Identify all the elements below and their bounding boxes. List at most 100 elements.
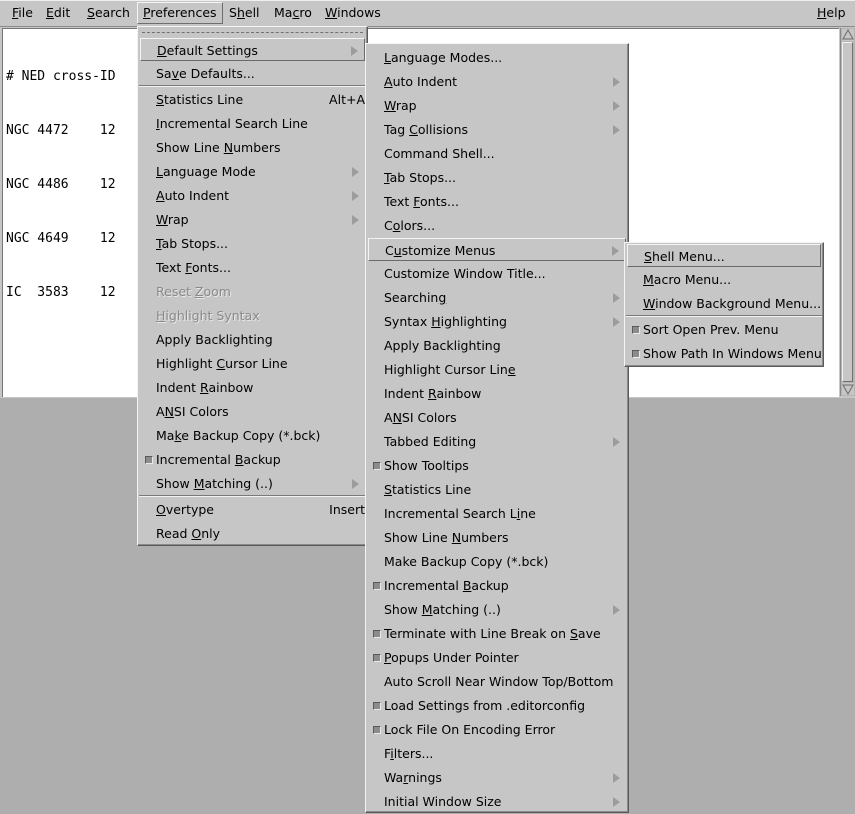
menu-item-searching[interactable]: Searching: [368, 286, 626, 309]
menu-item-colors[interactable]: Colors...: [368, 214, 626, 237]
menu-item-label: Statistics Line: [156, 92, 244, 107]
menu-item-text-fonts[interactable]: Text Fonts...: [368, 190, 626, 213]
menu-item-wrap[interactable]: Wrap: [140, 208, 365, 231]
menu-item-command-shell[interactable]: Command Shell...: [368, 142, 626, 165]
menu-item-macro-menu[interactable]: Macro Menu...: [627, 268, 821, 291]
menu-item-language-mode[interactable]: Language Mode: [140, 160, 365, 183]
scroll-up-arrow-icon[interactable]: [842, 29, 854, 41]
menu-item-tab-stops[interactable]: Tab Stops...: [368, 166, 626, 189]
menu-item-label: Incremental Backup: [156, 452, 281, 467]
menu-item-window-background-menu[interactable]: Window Background Menu...: [627, 292, 821, 315]
menu-edit[interactable]: Edit: [41, 3, 75, 23]
vertical-scrollbar[interactable]: [840, 28, 855, 396]
menu-item-statistics-line[interactable]: Statistics Line Alt+A: [140, 88, 365, 111]
menu-item-show-matching[interactable]: Show Matching (..): [368, 598, 626, 621]
menu-item-show-path-in-windows-menu[interactable]: Show Path In Windows Menu: [627, 342, 822, 365]
menu-help[interactable]: Help: [812, 3, 851, 23]
submenu-arrow-icon: [613, 317, 620, 327]
menu-item-indent-rainbow[interactable]: Indent Rainbow: [368, 382, 626, 405]
menu-item-terminate-with-line-break-on-save[interactable]: Terminate with Line Break on Save: [368, 622, 626, 645]
menu-item-incremental-search-line[interactable]: Incremental Search Line: [368, 502, 626, 525]
menu-item-overtype[interactable]: Overtype Insert: [140, 498, 365, 521]
menu-item-label: Sort Open Prev. Menu: [643, 322, 779, 337]
menu-item-apply-backlighting[interactable]: Apply Backlighting: [368, 334, 626, 357]
menu-macro[interactable]: Macro: [269, 3, 317, 23]
menu-item-label: Tabbed Editing: [384, 434, 477, 449]
menu-item-label: Apply Backlighting: [384, 338, 501, 353]
menu-item-filters[interactable]: Filters...: [368, 742, 626, 765]
menu-search[interactable]: Search: [82, 3, 135, 23]
menu-item-label: ANSI Colors: [156, 404, 229, 419]
menu-item-show-line-numbers[interactable]: Show Line Numbers: [140, 136, 365, 159]
menu-file[interactable]: File: [7, 3, 38, 23]
menu-separator: [139, 495, 366, 497]
menu-item-warnings[interactable]: Warnings: [368, 766, 626, 789]
submenu-arrow-icon: [613, 773, 620, 783]
menu-item-tabbed-editing[interactable]: Tabbed Editing: [368, 430, 626, 453]
menu-item-language-modes[interactable]: Language Modes...: [368, 46, 626, 69]
menu-item-show-tooltips[interactable]: Show Tooltips: [368, 454, 626, 477]
submenu-arrow-icon: [613, 437, 620, 447]
menu-item-label: Show Line Numbers: [156, 140, 281, 155]
submenu-arrow-icon: [613, 101, 620, 111]
menu-item-label: Shell Menu...: [644, 249, 725, 264]
menu-item-ansi-colors[interactable]: ANSI Colors: [368, 406, 626, 429]
menu-item-make-backup-copy-bck[interactable]: Make Backup Copy (*.bck): [140, 424, 365, 447]
menu-item-lock-file-on-encoding-error[interactable]: Lock File On Encoding Error: [368, 718, 626, 741]
menu-item-shell-menu[interactable]: Shell Menu...: [627, 244, 821, 267]
menu-item-text-fonts[interactable]: Text Fonts...: [140, 256, 365, 279]
menu-item-initial-window-size[interactable]: Initial Window Size: [368, 790, 626, 813]
menu-item-label: Syntax Highlighting: [384, 314, 507, 329]
menu-item-highlight-cursor-line[interactable]: Highlight Cursor Line: [368, 358, 626, 381]
menu-item-save-defaults[interactable]: Save Defaults...: [140, 62, 365, 85]
menu-preferences[interactable]: Preferences: [137, 2, 223, 24]
submenu-arrow-icon: [613, 77, 620, 87]
menu-item-label: Load Settings from .editorconfig: [384, 698, 586, 713]
menu-item-reset-zoom: Reset Zoom: [140, 280, 365, 303]
menu-item-label: Warnings: [384, 770, 442, 785]
menu-shell[interactable]: Shell: [224, 3, 265, 23]
menu-item-label: Customize Menus: [385, 243, 496, 258]
submenu-arrow-icon: [352, 215, 359, 225]
menu-item-highlight-cursor-line[interactable]: Highlight Cursor Line: [140, 352, 365, 375]
menu-item-incremental-search-line[interactable]: Incremental Search Line: [140, 112, 365, 135]
menu-item-wrap[interactable]: Wrap: [368, 94, 626, 117]
menu-item-show-line-numbers[interactable]: Show Line Numbers: [368, 526, 626, 549]
menu-item-popups-under-pointer[interactable]: Popups Under Pointer: [368, 646, 626, 669]
menu-item-tab-stops[interactable]: Tab Stops...: [140, 232, 365, 255]
submenu-arrow-icon: [352, 191, 359, 201]
tear-off-line[interactable]: [142, 32, 363, 33]
menu-item-label: Highlight Cursor Line: [384, 362, 516, 377]
menu-item-sort-open-prev-menu[interactable]: Sort Open Prev. Menu: [627, 318, 821, 341]
menu-item-incremental-backup[interactable]: Incremental Backup: [140, 448, 365, 471]
menu-item-label: Filters...: [384, 746, 434, 761]
menu-item-auto-indent[interactable]: Auto Indent: [140, 184, 365, 207]
menu-item-customize-window-title[interactable]: Customize Window Title...: [368, 262, 626, 285]
menu-item-load-settings-from-editorconfig[interactable]: Load Settings from .editorconfig: [368, 694, 626, 717]
menu-item-label: Indent Rainbow: [384, 386, 482, 401]
menu-item-show-matching[interactable]: Show Matching (..): [140, 472, 365, 495]
menu-item-statistics-line[interactable]: Statistics Line: [368, 478, 626, 501]
check-mark-icon: [373, 630, 381, 638]
menu-item-default-settings[interactable]: Default Settings: [140, 38, 365, 61]
menu-item-indent-rainbow[interactable]: Indent Rainbow: [140, 376, 365, 399]
scrollbar-thumb[interactable]: [842, 42, 853, 382]
menu-item-make-backup-copy-bck[interactable]: Make Backup Copy (*.bck): [368, 550, 626, 573]
menu-windows[interactable]: Windows: [320, 3, 386, 23]
customize-menus-menu: Shell Menu... Macro Menu... Window Backgro…: [624, 242, 824, 367]
menu-item-read-only[interactable]: Read Only: [140, 522, 365, 545]
menu-item-customize-menus[interactable]: Customize Menus: [368, 238, 626, 261]
menu-item-tag-collisions[interactable]: Tag Collisions: [368, 118, 626, 141]
menu-item-apply-backlighting[interactable]: Apply Backlighting: [140, 328, 365, 351]
scroll-down-arrow-icon[interactable]: [842, 383, 854, 395]
menu-item-ansi-colors[interactable]: ANSI Colors: [140, 400, 365, 423]
menu-item-syntax-highlighting[interactable]: Syntax Highlighting: [368, 310, 626, 333]
menu-item-label: Searching: [384, 290, 447, 305]
menu-item-incremental-backup[interactable]: Incremental Backup: [368, 574, 626, 597]
menu-item-label: Save Defaults...: [156, 66, 255, 81]
check-mark-icon: [145, 456, 153, 464]
menu-item-auto-scroll-near-window-top-bottom[interactable]: Auto Scroll Near Window Top/Bottom: [368, 670, 626, 693]
menu-item-label: Show Matching (..): [156, 476, 273, 491]
menu-item-auto-indent[interactable]: Auto Indent: [368, 70, 626, 93]
menu-item-label: Auto Indent: [156, 188, 230, 203]
